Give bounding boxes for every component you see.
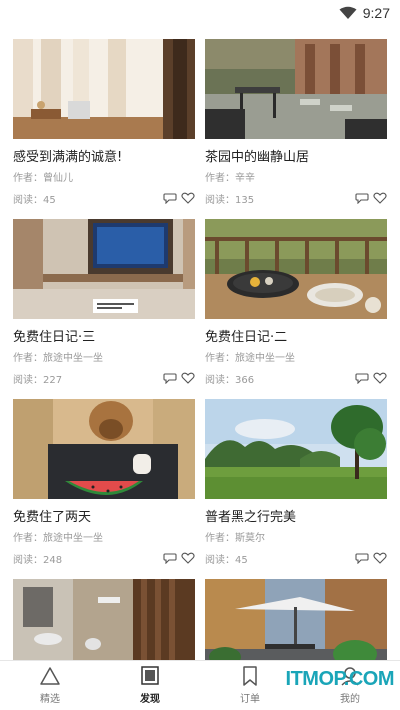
hotel-room-tv-photo: [13, 219, 195, 319]
card-title[interactable]: 普者黑之行完美: [205, 509, 387, 527]
card-reads: 阅读：45: [13, 194, 56, 206]
card-author: 作者：辛辛: [205, 173, 255, 184]
article-card[interactable]: 普者黑之行完美 作者：斯莫尔 阅读：45: [205, 399, 387, 566]
comment-icon[interactable]: [163, 372, 177, 384]
terrace-umbrella-photo: [205, 579, 387, 660]
card-thumbnail[interactable]: [205, 39, 387, 139]
card-thumbnail[interactable]: [205, 219, 387, 319]
square-icon: [141, 666, 159, 685]
card-title[interactable]: 感受到满满的诚意!: [13, 149, 195, 167]
card-author: 作者：旅途中坐一坐: [13, 353, 103, 364]
card-author: 作者：曾仙儿: [13, 173, 73, 184]
article-card[interactable]: 免费住日记·三 作者：旅途中坐一坐 阅读：227: [13, 219, 195, 386]
tab-featured[interactable]: 精选: [0, 661, 100, 710]
like-icon[interactable]: [373, 372, 387, 384]
card-title[interactable]: 免费住了两天: [13, 509, 195, 527]
like-icon[interactable]: [373, 552, 387, 564]
card-thumbnail[interactable]: [13, 579, 195, 660]
card-stats: 阅读：45: [13, 191, 195, 206]
bedroom-window-photo: [13, 39, 195, 139]
lotus-lake-landscape-photo: [205, 399, 387, 499]
card-reads: 阅读：45: [205, 554, 248, 566]
triangle-icon: [40, 667, 60, 685]
article-card[interactable]: [13, 579, 195, 660]
card-thumbnail[interactable]: [205, 579, 387, 660]
article-card[interactable]: 免费住日记·二 作者：旅途中坐一坐 阅读：366: [205, 219, 387, 386]
card-title[interactable]: 茶园中的幽静山居: [205, 149, 387, 167]
courtyard-photo: [205, 39, 387, 139]
comment-icon[interactable]: [355, 372, 369, 384]
bookmark-icon: [243, 666, 257, 686]
comment-icon[interactable]: [355, 192, 369, 204]
card-author: 作者：旅途中坐一坐: [13, 533, 103, 544]
article-card[interactable]: 茶园中的幽静山居 作者：辛辛 阅读：135: [205, 39, 387, 206]
card-title[interactable]: 免费住日记·三: [13, 329, 195, 347]
card-reads: 阅读：135: [205, 194, 255, 206]
card-stats: 阅读：135: [205, 191, 387, 206]
like-icon[interactable]: [373, 192, 387, 204]
site-watermark: ITMOP.COM: [285, 668, 395, 690]
card-thumbnail[interactable]: [13, 219, 195, 319]
card-stats: 阅读：45: [205, 551, 387, 566]
comment-icon[interactable]: [355, 552, 369, 564]
card-author: 作者：旅途中坐一坐: [205, 353, 295, 364]
like-icon[interactable]: [181, 372, 195, 384]
card-reads: 阅读：248: [13, 554, 63, 566]
discovery-feed[interactable]: 感受到满满的诚意! 作者：曾仙儿 阅读：45 茶园中的幽静山居 作者：辛辛 阅读…: [0, 26, 400, 660]
status-bar: 9:27: [0, 0, 400, 26]
tab-label: 发现: [140, 694, 160, 705]
article-card[interactable]: [205, 579, 387, 660]
card-reads: 阅读：227: [13, 374, 63, 386]
tab-label: 我的: [340, 694, 360, 705]
bathroom-photo: [13, 579, 195, 660]
like-icon[interactable]: [181, 552, 195, 564]
tab-discover[interactable]: 发现: [100, 661, 200, 710]
card-thumbnail[interactable]: [13, 399, 195, 499]
like-icon[interactable]: [181, 192, 195, 204]
breakfast-balcony-photo: [205, 219, 387, 319]
tab-label: 订单: [240, 694, 260, 705]
card-reads: 阅读：366: [205, 374, 255, 386]
card-stats: 阅读：248: [13, 551, 195, 566]
card-stats: 阅读：366: [205, 371, 387, 386]
article-card[interactable]: 感受到满满的诚意! 作者：曾仙儿 阅读：45: [13, 39, 195, 206]
card-thumbnail[interactable]: [205, 399, 387, 499]
status-time: 9:27: [362, 5, 390, 21]
tab-label: 精选: [40, 694, 60, 705]
card-author: 作者：斯莫尔: [205, 533, 265, 544]
article-card[interactable]: 免费住了两天 作者：旅途中坐一坐 阅读：248: [13, 399, 195, 566]
card-thumbnail[interactable]: [13, 39, 195, 139]
comment-icon[interactable]: [163, 192, 177, 204]
card-stats: 阅读：227: [13, 371, 195, 386]
comment-icon[interactable]: [163, 552, 177, 564]
dog-mask-watermelon-photo: [13, 399, 195, 499]
card-title[interactable]: 免费住日记·二: [205, 329, 387, 347]
wifi-icon: [339, 6, 357, 19]
